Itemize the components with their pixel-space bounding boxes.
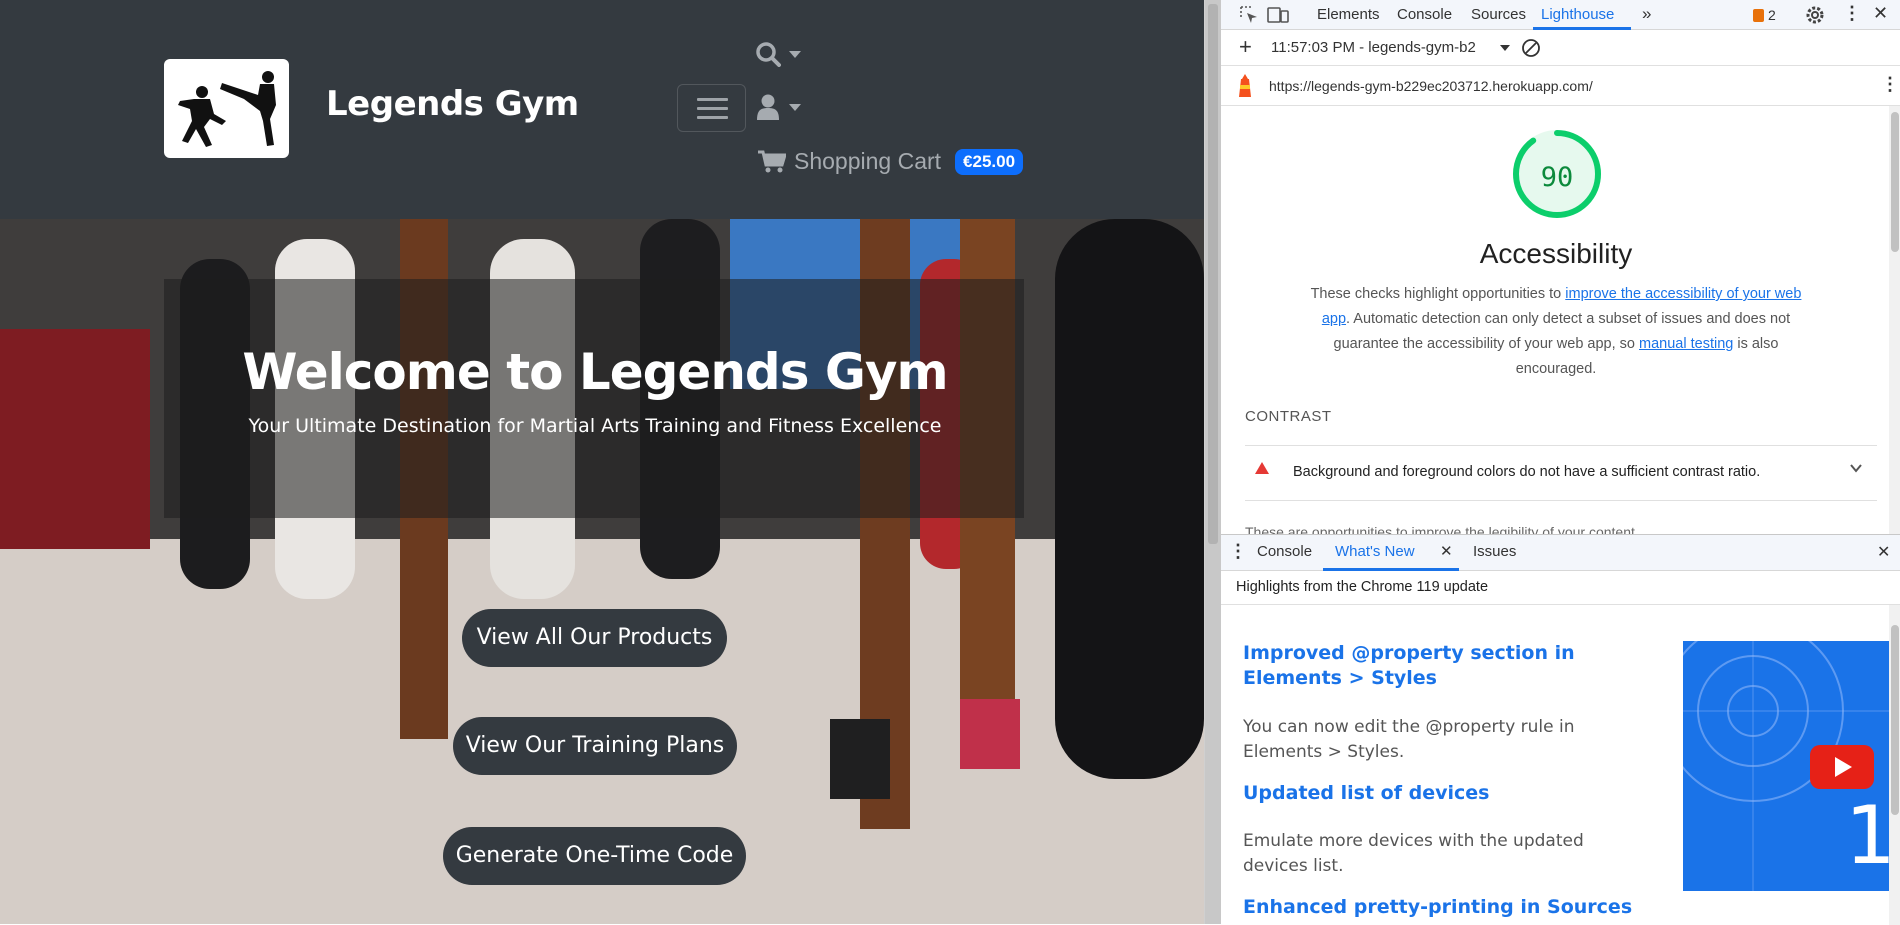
tab-console[interactable]: Console	[1397, 6, 1452, 23]
view-products-button[interactable]: View All Our Products	[462, 609, 727, 667]
drawer-scrollbar[interactable]	[1889, 605, 1900, 925]
close-tab-icon[interactable]: ✕	[1440, 542, 1453, 560]
close-devtools-icon[interactable]: ✕	[1873, 3, 1888, 24]
devtools-tab-bar: Elements Console Sources Lighthouse » 2 …	[1221, 0, 1900, 30]
drawer-tab-issues[interactable]: Issues	[1473, 543, 1516, 560]
report-url[interactable]: https://legends-gym-b229ec203712.herokua…	[1269, 78, 1593, 94]
gym-logo[interactable]	[164, 59, 289, 158]
caret-down-icon	[789, 104, 801, 111]
search-dropdown[interactable]	[755, 40, 805, 68]
manual-testing-link[interactable]: manual testing	[1639, 336, 1733, 352]
release-video-thumbnail[interactable]: 1	[1683, 641, 1900, 891]
view-training-plans-button[interactable]: View Our Training Plans	[453, 717, 737, 775]
whats-new-content: Improved @property section in Elements >…	[1221, 605, 1900, 925]
generate-code-button[interactable]: Generate One-Time Code	[443, 827, 746, 885]
desc-text: These checks highlight opportunities to	[1310, 286, 1566, 302]
lighthouse-toolbar: + 11:57:03 PM - legends-gym-b2	[1221, 30, 1900, 66]
devtools-drawer: ⋮ Console What's New ✕ Issues ✕ Highligh…	[1221, 534, 1900, 925]
drawer-tab-console[interactable]: Console	[1257, 543, 1312, 560]
new-report-icon[interactable]: +	[1239, 34, 1252, 60]
audit-title: Background and foreground colors do not …	[1293, 464, 1761, 480]
feature-body: You can now edit the @property rule in E…	[1243, 717, 1575, 762]
issues-count: 2	[1768, 7, 1776, 23]
caret-down-icon	[789, 51, 801, 58]
tab-sources[interactable]: Sources	[1471, 6, 1526, 23]
devtools-splitter[interactable]	[1205, 0, 1221, 924]
cart-label: Shopping Cart	[794, 148, 942, 174]
contrast-audit-row[interactable]: Background and foreground colors do not …	[1245, 445, 1877, 501]
cart-total-badge: €25.00	[955, 148, 1024, 175]
hero-title: Welcome to Legends Gym	[242, 343, 948, 401]
shopping-cart-link[interactable]: Shopping Cart €25.00	[758, 148, 1024, 175]
issue-flag-icon	[1753, 8, 1764, 22]
youtube-play-icon[interactable]	[1810, 745, 1874, 789]
hero-section: Welcome to Legends Gym Your Ultimate Des…	[0, 219, 1204, 924]
report-menu-icon[interactable]: ⋮	[1881, 74, 1899, 95]
whats-new-header: Highlights from the Chrome 119 update	[1221, 571, 1900, 605]
website-viewport: Legends Gym Shopping Cart €25.00 Welcome…	[0, 0, 1204, 924]
devtools-panel: Elements Console Sources Lighthouse » 2 …	[1204, 0, 1900, 925]
accessibility-score: 90	[1540, 162, 1574, 193]
inspect-element-icon[interactable]	[1239, 5, 1259, 25]
drawer-tab-bar: ⋮ Console What's New ✕ Issues ✕	[1221, 535, 1900, 571]
search-icon	[756, 42, 781, 67]
brand-name[interactable]: Legends Gym	[326, 84, 579, 124]
report-url-bar: https://legends-gym-b229ec203712.herokua…	[1221, 66, 1900, 106]
feature-title[interactable]: Enhanced pretty-printing in Sources	[1243, 895, 1663, 920]
report-selector-label: 11:57:03 PM - legends-gym-b2	[1271, 39, 1476, 56]
feature-title[interactable]: Improved @property section in Elements >…	[1243, 641, 1583, 691]
report-scrollbar[interactable]	[1889, 106, 1900, 534]
site-navbar: Legends Gym Shopping Cart €25.00	[0, 0, 1204, 219]
audit-group-title: CONTRAST	[1245, 408, 1332, 425]
tab-lighthouse[interactable]: Lighthouse	[1541, 6, 1614, 23]
more-tabs-icon[interactable]: »	[1642, 4, 1651, 24]
settings-gear-icon[interactable]	[1805, 5, 1825, 25]
feature-title[interactable]: Updated list of devices	[1243, 781, 1643, 806]
lighthouse-icon	[1239, 74, 1251, 97]
issues-counter[interactable]: 2	[1753, 7, 1776, 23]
account-dropdown[interactable]	[757, 94, 807, 122]
drawer-tab-whats-new[interactable]: What's New	[1335, 543, 1415, 560]
category-title: Accessibility	[1479, 238, 1633, 269]
category-description: These checks highlight opportunities to …	[1301, 282, 1811, 382]
group-description: These are opportunities to improve the l…	[1245, 524, 1639, 534]
fail-triangle-icon	[1255, 462, 1269, 474]
user-icon	[757, 94, 779, 120]
close-drawer-icon[interactable]: ✕	[1877, 542, 1890, 562]
lighthouse-report: 90 Accessibility These checks highlight …	[1221, 106, 1900, 534]
navbar-toggler-button[interactable]	[677, 84, 746, 132]
more-options-icon[interactable]: ⋮	[1843, 3, 1861, 24]
feature-body: Emulate more devices with the updated de…	[1243, 831, 1584, 876]
device-toolbar-icon[interactable]	[1267, 5, 1289, 25]
hero-subtitle: Your Ultimate Destination for Martial Ar…	[248, 415, 942, 437]
cart-icon	[758, 150, 786, 172]
report-selector[interactable]: 11:57:03 PM - legends-gym-b2	[1271, 39, 1491, 56]
caret-down-icon	[1500, 45, 1510, 51]
drawer-menu-icon[interactable]: ⋮	[1229, 541, 1247, 562]
chevron-down-icon	[1850, 464, 1862, 473]
tab-elements[interactable]: Elements	[1317, 6, 1380, 23]
clear-reports-icon[interactable]	[1521, 38, 1541, 58]
